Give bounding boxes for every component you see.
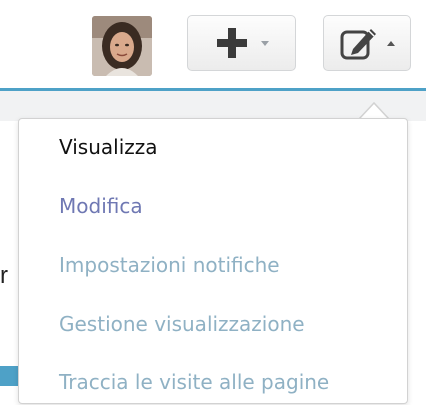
menu-item-impostazioni-notifiche[interactable]: Impostazioni notifiche (59, 247, 280, 283)
menu-item-visualizza[interactable]: Visualizza (59, 129, 158, 165)
add-content-button[interactable] (187, 15, 296, 71)
avatar-photo-icon (92, 16, 152, 76)
edit-actions-dropdown-menu: Visualizza Modifica Impostazioni notific… (18, 118, 408, 404)
top-navbar (0, 0, 426, 88)
edit-actions-button[interactable] (323, 15, 411, 71)
background-accent-block (0, 366, 20, 386)
chevron-up-icon (387, 40, 395, 46)
pencil-edit-icon (340, 29, 376, 60)
menu-item-traccia-visite[interactable]: Traccia le visite alle pagine (59, 364, 329, 400)
user-avatar[interactable] (92, 16, 152, 76)
menu-item-gestione-visualizzazione[interactable]: Gestione visualizzazione (59, 306, 305, 342)
background-page-text: r (0, 262, 8, 289)
menu-item-modifica[interactable]: Modifica (59, 188, 143, 224)
plus-icon (216, 28, 247, 58)
chevron-down-icon (260, 40, 269, 46)
